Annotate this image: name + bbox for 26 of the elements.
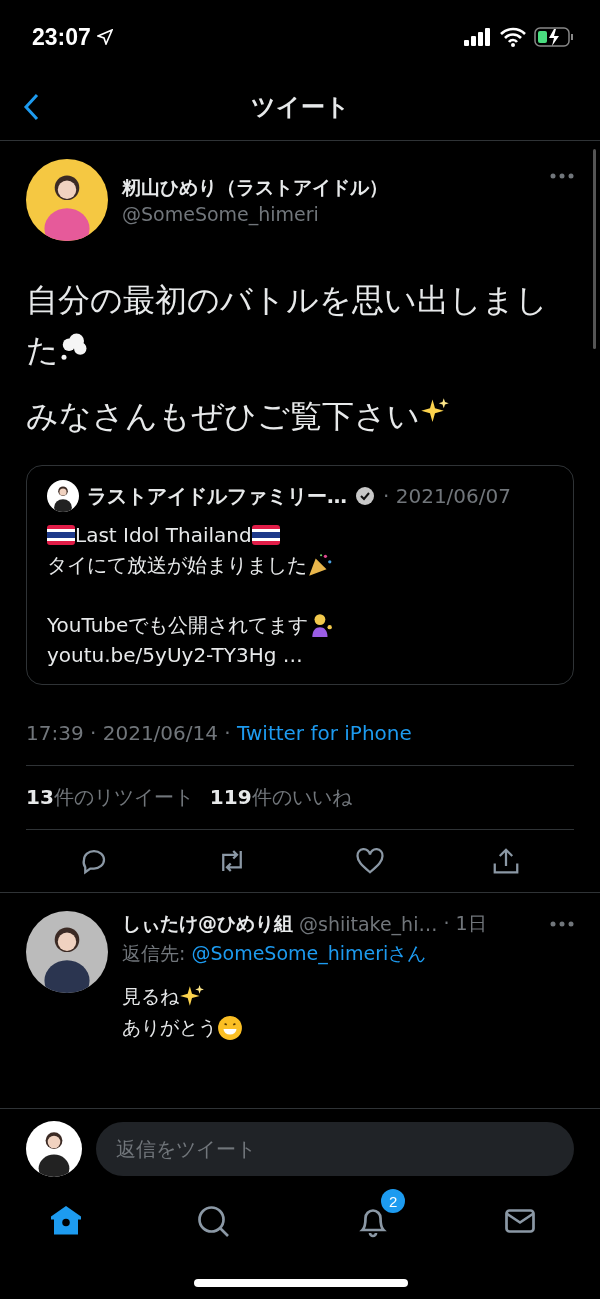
quoted-tweet-card[interactable]: ラストアイドルファミリー… · 2021/06/07 Last Idol Thailand タイにて放送が始まりました YouTubeでも公開されてます youtu.be/5yUy2-TY3Hg … bbox=[26, 465, 574, 685]
tweet-stat[interactable]: 119件のいいね bbox=[209, 784, 352, 811]
quoted-date: · 2021/06/07 bbox=[383, 484, 511, 508]
reply-handle: @shiitake_hi… bbox=[299, 913, 438, 935]
notification-badge: 2 bbox=[381, 1189, 406, 1213]
quoted-text: youtu.be/5yUy2-TY3Hg … bbox=[47, 642, 303, 669]
reply-input-field[interactable]: 返信をツイート bbox=[96, 1122, 574, 1176]
author-handle: @SomeSome_himeri bbox=[122, 203, 320, 225]
tweet-timestamp: 17:39 · 2021/06/14 · bbox=[26, 721, 232, 745]
tweet-text: みなさんもぜひご覧下さい bbox=[26, 391, 556, 441]
tweet-text: 自分の最初のバトルを思い出しました bbox=[26, 280, 549, 371]
mention-link[interactable]: @SomeSome_himeriさん bbox=[191, 942, 427, 964]
reply-text: 見るね bbox=[122, 984, 179, 1009]
quoted-text: YouTubeでも公開されてます bbox=[47, 612, 309, 639]
reply-text: ありがとう bbox=[122, 1015, 217, 1040]
status-time: 23:07 bbox=[32, 23, 91, 51]
quoted-text: Last Idol Thailand bbox=[75, 522, 252, 549]
quoted-text: タイにて放送が始まりました bbox=[47, 552, 307, 579]
reply-to-label: 返信先: bbox=[122, 942, 187, 964]
header-title: ツイート bbox=[250, 92, 350, 123]
reply-age: · 1日 bbox=[443, 911, 487, 936]
author-name: 籾山ひめり（ラストアイドル） bbox=[122, 175, 389, 200]
reply-author-name: しぃたけ@ひめり組 bbox=[122, 911, 293, 936]
source-link[interactable]: Twitter for iPhone bbox=[237, 721, 412, 745]
tweet-stat[interactable]: 13件のリツイート bbox=[26, 784, 194, 811]
quoted-author-name: ラストアイドルファミリー… bbox=[87, 482, 347, 510]
